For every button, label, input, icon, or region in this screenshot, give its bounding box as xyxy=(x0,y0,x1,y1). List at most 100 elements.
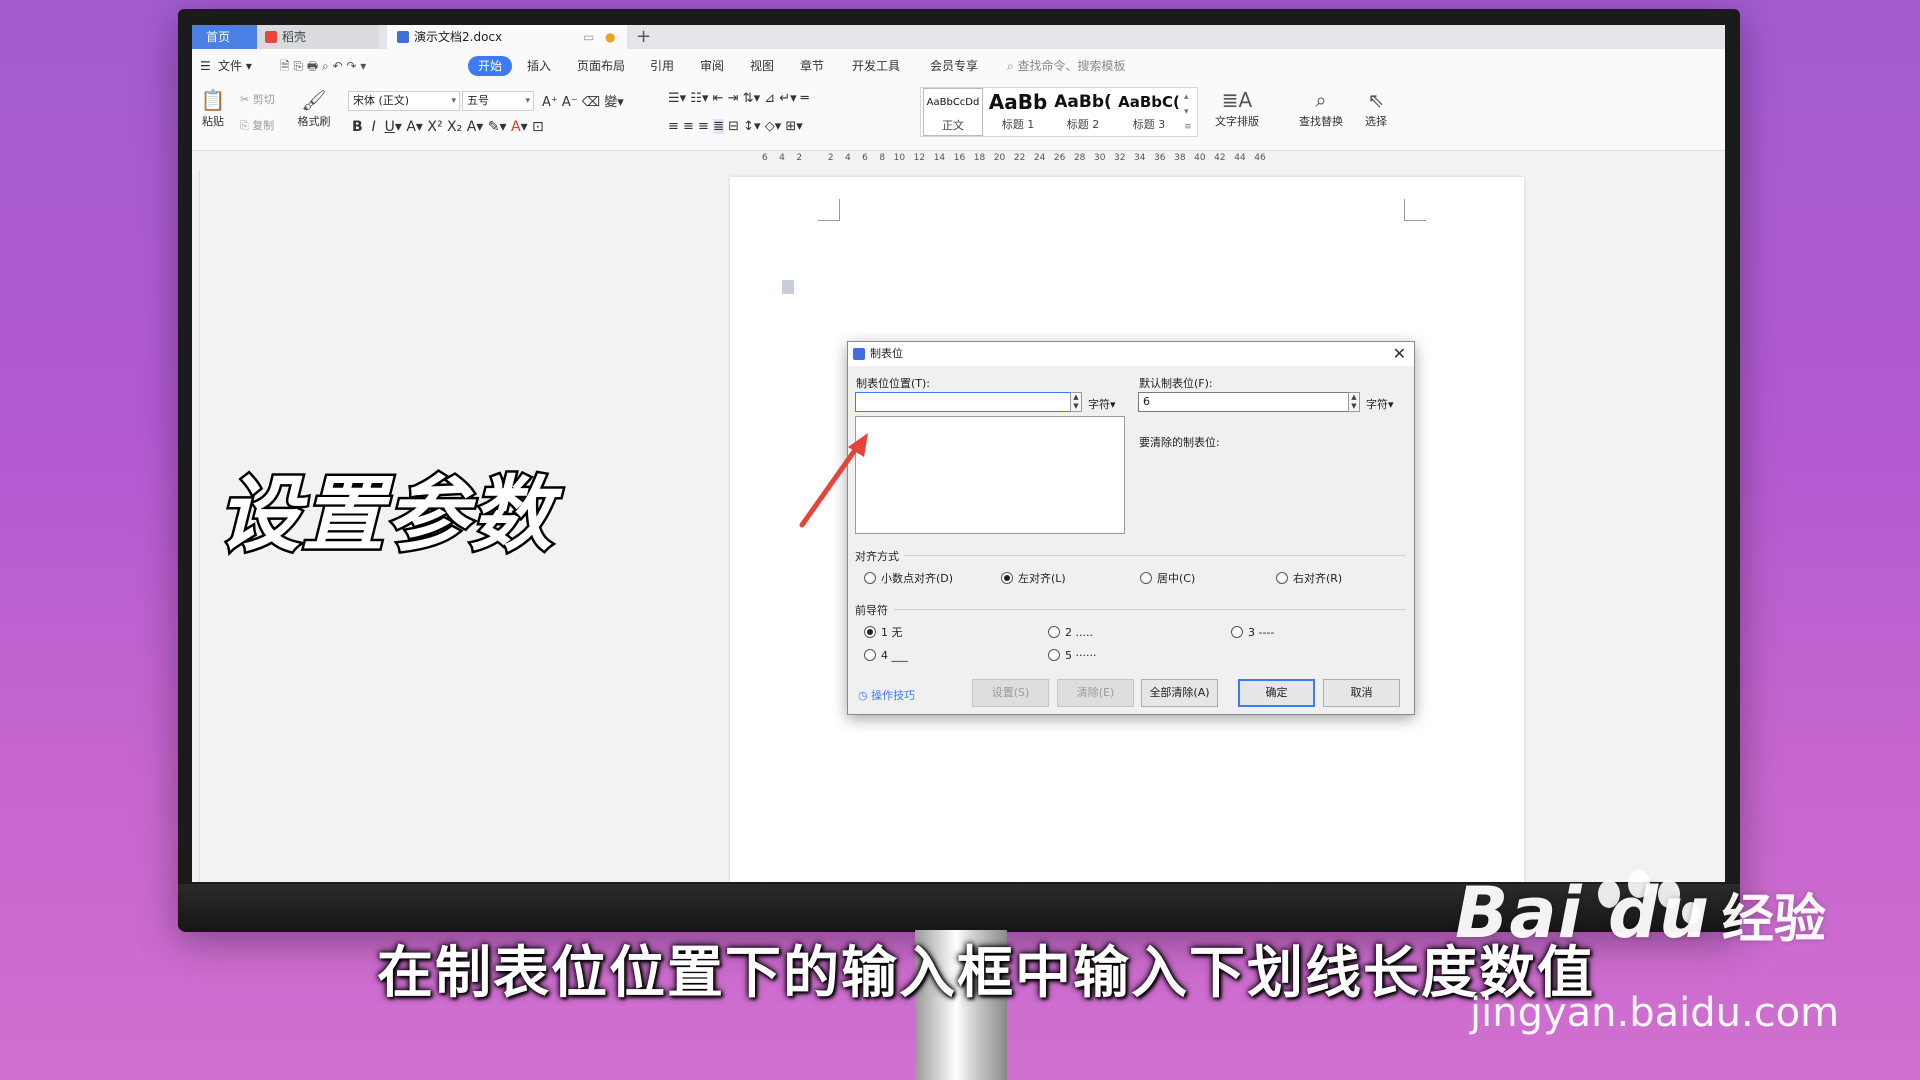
styles-scroll-icon[interactable]: ▴ ▾ ≡ xyxy=(1184,90,1192,135)
text-layout-icon: ≣A xyxy=(1221,88,1253,112)
leader-dashes-radio[interactable]: 3 ---- xyxy=(1231,626,1274,640)
default-tab-spinner[interactable]: ▲ ▼ xyxy=(1348,392,1360,412)
find-replace-label: 查找替换 xyxy=(1299,115,1343,128)
leader-label: 前导符 xyxy=(855,604,888,617)
tab-positions-list[interactable] xyxy=(855,416,1125,534)
menu-page-layout[interactable]: 页面布局 xyxy=(577,49,625,83)
menu-start[interactable]: 开始 xyxy=(468,56,513,76)
tab-position-input[interactable] xyxy=(855,392,1081,412)
new-tab-button[interactable]: + xyxy=(636,25,656,49)
paste-button[interactable]: 📋 粘贴 xyxy=(196,87,230,129)
align-center-radio[interactable]: 居中(C) xyxy=(1140,572,1195,586)
style-heading-1-caption: 标题 1 xyxy=(1001,118,1035,131)
leader-dashes-label: 3 ---- xyxy=(1248,626,1275,639)
font-size-select[interactable]: 五号 xyxy=(462,91,534,111)
leader-middots-radio[interactable]: 5 ······ xyxy=(1048,649,1096,663)
radio-center xyxy=(1140,572,1152,584)
tab-position-spinner[interactable]: ▲ ▼ xyxy=(1070,392,1082,412)
leader-dots-radio[interactable]: 2 ..... xyxy=(1048,626,1093,640)
tab-home[interactable]: 首页 xyxy=(192,25,257,49)
ok-button[interactable]: 确定 xyxy=(1238,679,1315,707)
text-layout-button[interactable]: ≣A 文字排版 xyxy=(1208,87,1266,129)
style-heading-2-sample: AaBb( xyxy=(1054,92,1112,112)
monitor-icon[interactable]: ▭ xyxy=(583,25,594,49)
align-center-label: 居中(C) xyxy=(1157,572,1196,585)
align-left-radio[interactable]: 左对齐(L) xyxy=(1001,572,1066,586)
horizontal-ruler[interactable]: 6 4 2 2 4 6 8 10 12 14 16 18 20 22 24 26… xyxy=(192,151,1725,169)
clear-button[interactable]: 清除(E) xyxy=(1057,679,1134,707)
menu-member[interactable]: 会员专享 xyxy=(930,49,978,83)
select-button[interactable]: ⇖ 选择 xyxy=(1356,87,1396,129)
tab-document[interactable]: 演示文档2.docx ▭ ● xyxy=(387,25,627,49)
copy-button[interactable]: ⎘ 复制 xyxy=(240,117,274,133)
leader-none-radio[interactable]: 1 无 xyxy=(864,626,903,640)
scissors-icon: ✂ xyxy=(240,93,253,106)
cancel-button[interactable]: 取消 xyxy=(1323,679,1400,707)
align-right-label: 右对齐(R) xyxy=(1293,572,1343,585)
play-circle-icon: ◷ xyxy=(858,689,872,702)
dialog-title-bar: 制表位 ✕ xyxy=(848,342,1414,366)
tab-position-unit[interactable]: 字符▾ xyxy=(1088,396,1116,412)
styles-gallery: AaBbCcDd 正文 AaBb 标题 1 AaBb( 标题 2 AaBbC( … xyxy=(920,87,1198,137)
radio-leader-underline xyxy=(864,649,876,661)
radio-right xyxy=(1276,572,1288,584)
style-normal[interactable]: AaBbCcDd 正文 xyxy=(923,88,983,136)
radio-left-selected xyxy=(1001,572,1013,584)
style-normal-sample: AaBbCcDd xyxy=(926,97,980,108)
tab-position-label: 制表位位置(T): xyxy=(856,377,931,390)
format-painter-button[interactable]: 🖌 格式刷 xyxy=(294,87,334,129)
menu-file-label: 文件 xyxy=(218,59,243,73)
unsaved-dot-icon: ● xyxy=(605,30,616,44)
style-normal-caption: 正文 xyxy=(942,119,964,132)
brush-icon: 🖌 xyxy=(301,88,327,112)
margin-corner-right xyxy=(1404,199,1426,221)
default-tab-unit-label: 字符 xyxy=(1366,398,1388,411)
radio-leader-middots xyxy=(1048,649,1060,661)
command-search[interactable]: ⌕ 查找命令、搜索模板 xyxy=(1007,49,1126,83)
font-grow-shrink-icons[interactable]: A⁺ A⁻ ⌫ 變▾ xyxy=(542,91,624,110)
menu-view[interactable]: 视图 xyxy=(750,49,774,83)
leader-underline-radio[interactable]: 4 ___ xyxy=(864,649,908,663)
set-button[interactable]: 设置(S) xyxy=(972,679,1049,707)
tips-link[interactable]: ◷ 操作技巧 xyxy=(858,687,915,703)
cut-button[interactable]: ✂ 剪切 xyxy=(240,91,275,107)
menu-developer[interactable]: 开发工具 xyxy=(852,49,900,83)
alignment-label: 对齐方式 xyxy=(855,550,899,563)
style-heading-2-caption: 标题 2 xyxy=(1066,118,1100,131)
paragraph-align-icons[interactable]: ≡ ≡ ≡ ≣ ⊟ ↕▾ ◇▾ ⊞▾ xyxy=(668,119,803,134)
list-indent-icons[interactable]: ☰▾ ☷▾ ⇤ ⇥ ⇅▾ ⊿ ↵▾ ═ xyxy=(668,91,809,106)
align-decimal-label: 小数点对齐(D) xyxy=(881,572,954,585)
tab-daoke-label: 稻壳 xyxy=(282,30,307,44)
ribbon: 📋 粘贴 ✂ 剪切 ⎘ 复制 🖌 格式刷 宋体 (正文) 五号 A⁺ A⁻ ⌫ … xyxy=(192,83,1725,151)
menu-insert[interactable]: 插入 xyxy=(527,49,551,83)
leader-dots-label: 2 ..... xyxy=(1065,626,1093,639)
default-tab-input[interactable]: 6 xyxy=(1138,392,1360,412)
baidu-watermark: Bai du 经验 xyxy=(1455,872,1826,954)
style-heading-1[interactable]: AaBb 标题 1 xyxy=(987,88,1049,136)
menu-file[interactable]: 文件 ▾ xyxy=(218,49,252,83)
radio-leader-dashes xyxy=(1231,626,1243,638)
paragraph-options-icon[interactable] xyxy=(782,280,794,294)
font-name-select[interactable]: 宋体 (正文) xyxy=(348,91,460,111)
clear-all-button[interactable]: 全部清除(A) xyxy=(1141,679,1218,707)
font-format-icons[interactable]: B I U▾ A▾ X² X₂ A▾ ✎▾ A▾ ⊡ xyxy=(352,119,544,135)
default-tab-unit[interactable]: 字符▾ xyxy=(1366,396,1394,412)
style-heading-2[interactable]: AaBb( 标题 2 xyxy=(1051,88,1115,136)
leader-none-label: 1 无 xyxy=(881,626,903,639)
close-icon[interactable]: ✕ xyxy=(1393,344,1406,364)
hamburger-icon[interactable]: ☰ xyxy=(200,49,211,83)
find-replace-button[interactable]: ⌕ 查找替换 xyxy=(1292,87,1350,129)
menu-chapter[interactable]: 章节 xyxy=(800,49,824,83)
menu-references[interactable]: 引用 xyxy=(650,49,674,83)
quick-access-icons[interactable]: 🗎 ⎘ 🖶 ⌕ ↶ ↷ ▾ xyxy=(280,49,366,83)
tab-daoke[interactable]: 稻壳 xyxy=(257,25,379,49)
leader-middots-label: 5 ······ xyxy=(1065,649,1097,662)
style-heading-3[interactable]: AaBbC( 标题 3 xyxy=(1117,88,1181,136)
align-right-radio[interactable]: 右对齐(R) xyxy=(1276,572,1342,586)
margin-corner-left xyxy=(818,199,840,221)
arrow-shaft xyxy=(799,440,863,528)
default-tab-label: 默认制表位(F): xyxy=(1139,377,1213,390)
align-decimal-radio[interactable]: 小数点对齐(D) xyxy=(864,572,953,586)
menu-review[interactable]: 审阅 xyxy=(700,49,724,83)
vertical-ruler[interactable] xyxy=(192,170,200,882)
